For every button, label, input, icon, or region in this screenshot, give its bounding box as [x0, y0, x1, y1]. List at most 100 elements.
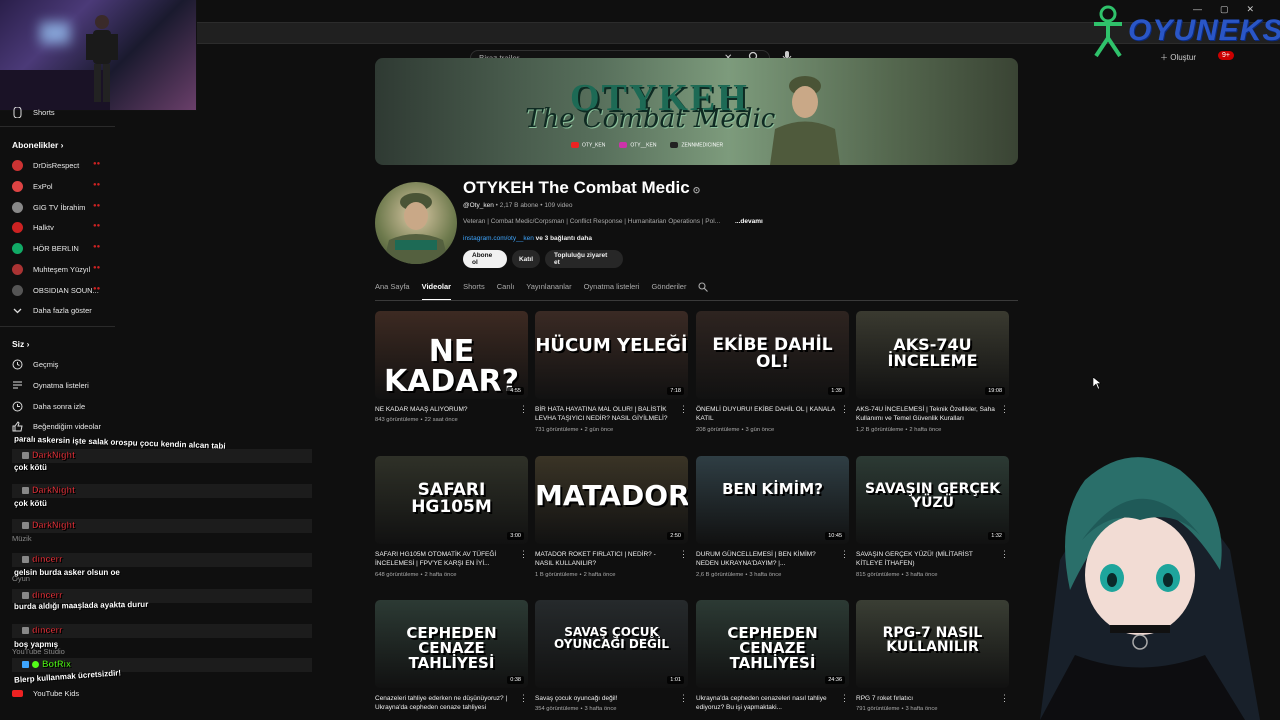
- sidebar-item-shorts[interactable]: Shorts: [12, 107, 55, 118]
- brand-text: OYUNEKS: [1128, 14, 1280, 47]
- avatar: [12, 222, 23, 233]
- video-card[interactable]: RPG-7 NASIL KULLANILIR RPG 7 roket fırlat…: [856, 600, 1009, 712]
- video-menu-icon[interactable]: ⋮: [840, 405, 849, 414]
- video-thumbnail[interactable]: MATADOR 2:50: [535, 456, 688, 544]
- sidebar-item-sub-5[interactable]: Muhteşem Yüzyıl: [12, 264, 90, 275]
- tab-playlists[interactable]: Oynatma listeleri: [584, 281, 640, 301]
- tab-releases[interactable]: Yayınlananlar: [526, 281, 571, 301]
- tab-home[interactable]: Ana Sayfa: [375, 281, 410, 301]
- user-badge-icon: [22, 486, 29, 494]
- sidebar-item-sub-3[interactable]: Halktv: [12, 222, 54, 233]
- video-card[interactable]: SAFARI HG105M 3:00 SAFARI HG105M OTOMATİK …: [375, 456, 528, 578]
- video-menu-icon[interactable]: ⋮: [840, 550, 849, 559]
- video-title[interactable]: Savaş çocuk oyuncağı değil!: [535, 694, 675, 703]
- sidebar-item-sub-0[interactable]: DrDisRespect: [12, 160, 79, 171]
- sidebar-item-playlists[interactable]: Oynatma listeleri: [12, 380, 89, 391]
- meta-separator: •: [540, 202, 543, 209]
- video-title[interactable]: Cenazeleri tahliye ederken ne düşünüyoru…: [375, 694, 515, 713]
- video-title[interactable]: ÖNEMLİ DUYURU! EKİBE DAHİL OL | KANALA K…: [696, 405, 836, 424]
- video-title[interactable]: AKS-74U İNCELEMESİ | Teknik Özellikler, …: [856, 405, 996, 424]
- banner-soldier-image: [770, 76, 840, 165]
- you-header[interactable]: Siz ›: [12, 339, 29, 349]
- tab-videos[interactable]: Videolar: [421, 281, 452, 301]
- video-card[interactable]: CEPHEDEN CENAZE TAHLİYESİ 24:36 Ukrayna'da…: [696, 600, 849, 713]
- thumbnail-text: AKS-74U İNCELEME: [887, 335, 978, 370]
- video-thumbnail[interactable]: NE KADAR? 4:55: [375, 311, 528, 399]
- video-menu-icon[interactable]: ⋮: [840, 694, 849, 703]
- video-thumbnail[interactable]: AKS-74U İNCELEME 19:08: [856, 311, 1009, 399]
- user-badge-icon: [22, 451, 29, 459]
- channel-links[interactable]: instagram.com/oty__ken ve 3 bağlantı dah…: [463, 235, 592, 242]
- meta-separator: •: [420, 571, 423, 578]
- chat-user-row: dincerr: [22, 590, 63, 600]
- video-title[interactable]: DURUM GÜNCELLEMESİ | BEN KİMİM? NEDEN UK…: [696, 550, 836, 569]
- video-thumbnail[interactable]: RPG-7 NASIL KULLANILIR: [856, 600, 1009, 688]
- tab-live[interactable]: Canlı: [497, 281, 515, 301]
- sidebar-item-liked[interactable]: Beğendiğim videolar: [12, 421, 101, 432]
- sidebar-item-label: GIG TV İbrahim: [33, 203, 86, 212]
- video-thumbnail[interactable]: HÜCUM YELEĞİ 7:18: [535, 311, 688, 399]
- video-menu-icon[interactable]: ⋮: [679, 405, 688, 414]
- upload-age: 3 hafta önce: [749, 571, 782, 578]
- sidebar-item-history[interactable]: Geçmiş: [12, 359, 58, 370]
- video-title[interactable]: SAFARI HG105M OTOMATİK AV TÜFEĞİ İNCELEM…: [375, 550, 515, 569]
- video-card[interactable]: SAVAŞ ÇOCUK OYUNCAĞI DEĞİL 1:01 Savaş çocu…: [535, 600, 688, 712]
- banner-socials: OTY_KEN OTY__KEN ZENNMEDICINER: [571, 142, 723, 148]
- tab-shorts[interactable]: Shorts: [463, 281, 485, 301]
- description-more-link[interactable]: ...devamı: [735, 218, 763, 225]
- subscribe-button[interactable]: Abone ol: [463, 250, 507, 268]
- video-title[interactable]: MATADOR ROKET FIRLATICI | NEDİR? - NASIL…: [535, 550, 675, 569]
- channel-avatar[interactable]: [375, 182, 457, 264]
- video-title[interactable]: SAVAŞIN GERÇEK YÜZÜ! (MİLİTARİST KİTLEYE…: [856, 550, 996, 569]
- chat-user-row: dincerr: [22, 625, 63, 635]
- video-menu-icon[interactable]: ⋮: [679, 694, 688, 703]
- sidebar-item-watch-later[interactable]: Daha sonra izle: [12, 401, 85, 412]
- video-thumbnail[interactable]: SAVAŞ ÇOCUK OYUNCAĞI DEĞİL 1:01: [535, 600, 688, 688]
- video-menu-icon[interactable]: ⋮: [519, 405, 528, 414]
- video-card[interactable]: HÜCUM YELEĞİ 7:18 BİR HATA HAYATINA MAL OL…: [535, 311, 688, 433]
- video-thumbnail[interactable]: CEPHEDEN CENAZE TAHLİYESİ 0:38: [375, 600, 528, 688]
- meta-separator: •: [580, 426, 583, 433]
- sidebar-item-sub-6[interactable]: OBSIDIAN SOUN...: [12, 285, 99, 296]
- video-duration: 19:08: [985, 387, 1005, 395]
- instagram-link[interactable]: instagram.com/oty__ken: [463, 235, 534, 242]
- subscriptions-header[interactable]: Abonelikler ›: [12, 140, 64, 150]
- live-indicator: ●●: [93, 203, 101, 209]
- sidebar-item-sub-1[interactable]: ExPol: [12, 181, 53, 192]
- video-menu-icon[interactable]: ⋮: [519, 550, 528, 559]
- video-title[interactable]: RPG 7 roket fırlatıcı: [856, 694, 996, 703]
- join-button[interactable]: Katıl: [512, 250, 540, 268]
- video-thumbnail[interactable]: CEPHEDEN CENAZE TAHLİYESİ 24:36: [696, 600, 849, 688]
- sidebar-item-sub-2[interactable]: GIG TV İbrahim: [12, 202, 85, 213]
- shorts-icon: [13, 107, 22, 118]
- video-card[interactable]: AKS-74U İNCELEME 19:08 AKS-74U İNCELEMESİ …: [856, 311, 1009, 433]
- upload-age: 2 hafta önce: [909, 426, 942, 433]
- video-title[interactable]: NE KADAR MAAŞ ALIYORUM?: [375, 405, 515, 414]
- channel-search-icon[interactable]: [698, 282, 709, 292]
- channel-description[interactable]: Veteran | Combat Medic/Corpsman | Confli…: [463, 218, 768, 225]
- video-menu-icon[interactable]: ⋮: [519, 694, 528, 703]
- more-links[interactable]: ve 3 bağlantı daha: [536, 235, 592, 242]
- sidebar-item-sub-4[interactable]: HÖR BERLIN: [12, 243, 79, 254]
- social-label: ZENNMEDICINER: [681, 142, 724, 149]
- video-thumbnail[interactable]: EKİBE DAHİL OL! 1:39: [696, 311, 849, 399]
- visit-community-button[interactable]: Topluluğu ziyaret et: [545, 250, 623, 268]
- show-more-button[interactable]: Daha fazla göster: [12, 305, 92, 316]
- tab-posts[interactable]: Gönderiler: [651, 281, 686, 301]
- video-card[interactable]: MATADOR 2:50 MATADOR ROKET FIRLATICI | NED…: [535, 456, 688, 578]
- sidebar-item-label: Oynatma listeleri: [33, 381, 89, 390]
- meta-separator: •: [579, 571, 582, 578]
- video-title[interactable]: BİR HATA HAYATINA MAL OLUR! | BALİSTİK L…: [535, 405, 675, 424]
- social-label: OTY_KEN: [582, 142, 606, 149]
- video-card[interactable]: SAVAŞIN GERÇEK YÜZÜ 1:32 SAVAŞIN GERÇEK YÜ…: [856, 456, 1009, 578]
- video-card[interactable]: EKİBE DAHİL OL! 1:39 ÖNEMLİ DUYURU! EKİBE …: [696, 311, 849, 433]
- video-card[interactable]: CEPHEDEN CENAZE TAHLİYESİ 0:38 Cenazeleri …: [375, 600, 528, 713]
- video-thumbnail[interactable]: SAVAŞIN GERÇEK YÜZÜ 1:32: [856, 456, 1009, 544]
- video-thumbnail[interactable]: BEN KİMİM? 10:45: [696, 456, 849, 544]
- video-card[interactable]: NE KADAR? 4:55 NE KADAR MAAŞ ALIYORUM? 843 …: [375, 311, 528, 423]
- video-title[interactable]: Ukrayna'da cepheden cenazeleri nasıl tah…: [696, 694, 836, 713]
- video-menu-icon[interactable]: ⋮: [679, 550, 688, 559]
- video-thumbnail[interactable]: SAFARI HG105M 3:00: [375, 456, 528, 544]
- video-card[interactable]: BEN KİMİM? 10:45 DURUM GÜNCELLEMESİ | BEN …: [696, 456, 849, 578]
- avatar-image: [383, 193, 449, 264]
